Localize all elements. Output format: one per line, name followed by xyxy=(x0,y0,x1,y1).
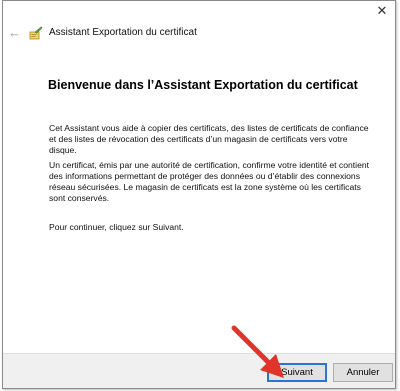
back-arrow-icon[interactable]: ← xyxy=(8,26,22,40)
continue-instruction: Pour continuer, cliquez sur Suivant. xyxy=(49,222,184,232)
cancel-button[interactable]: Annuler xyxy=(333,363,393,382)
certificate-description-paragraph: Un certificat, émis par une autorité de … xyxy=(49,160,370,203)
wizard-header: ← Assistant Exportation du certificat xyxy=(3,23,395,45)
export-wizard-window: ✕ ← Assistant Exportation du certificat … xyxy=(2,0,396,389)
wizard-footer: Suivant Annuler xyxy=(3,353,395,388)
close-icon[interactable]: ✕ xyxy=(375,4,389,18)
window-title: Assistant Exportation du certificat xyxy=(49,27,197,38)
certificate-wizard-icon xyxy=(29,26,43,40)
page-title: Bienvenue dans l’Assistant Exportation d… xyxy=(48,78,358,92)
intro-paragraph: Cet Assistant vous aide à copier des cer… xyxy=(49,123,369,155)
next-button[interactable]: Suivant xyxy=(267,363,327,382)
